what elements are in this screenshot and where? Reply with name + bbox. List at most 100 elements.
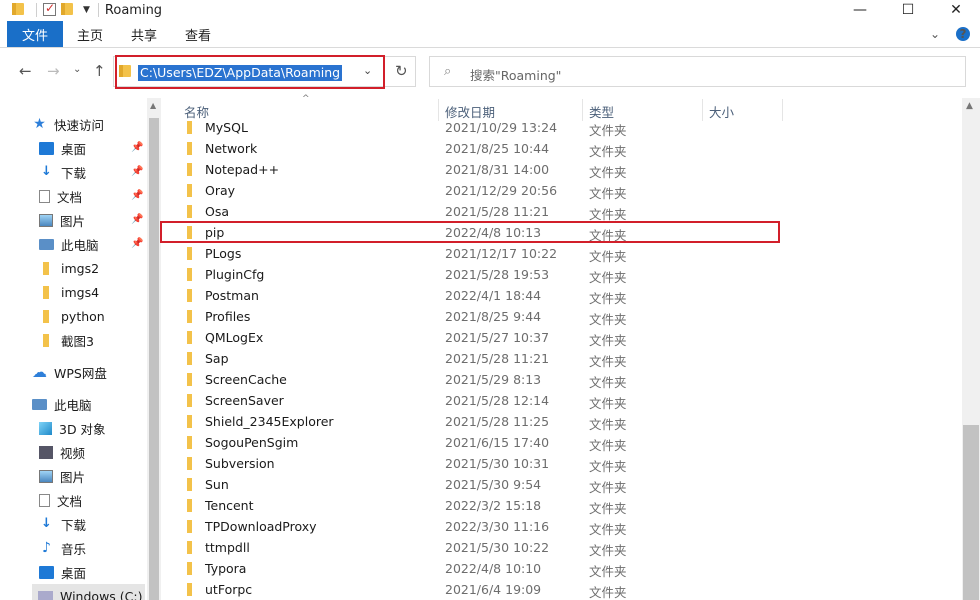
file-row[interactable]: Sun 2021/5/30 9:54 文件夹 — [162, 474, 952, 495]
file-type: 文件夹 — [589, 501, 627, 516]
file-row[interactable]: ttmpdll 2021/5/30 10:22 文件夹 — [162, 537, 952, 558]
sidebar-item-this-pc-pinned[interactable]: 此电脑 — [39, 232, 99, 256]
pin-icon[interactable]: 📌 — [131, 166, 143, 177]
up-arrow-icon[interactable]: ↑ — [93, 62, 106, 80]
maximize-button[interactable]: ☐ — [884, 0, 932, 20]
file-row[interactable]: QMLogEx 2021/5/27 10:37 文件夹 — [162, 327, 952, 348]
file-row[interactable]: utForpc 2021/6/4 19:09 文件夹 — [162, 579, 952, 600]
pin-icon[interactable]: 📌 — [131, 238, 143, 249]
sidebar-item-label: 此电脑 — [61, 237, 99, 253]
folder-icon — [187, 373, 192, 386]
sidebar-item-pc-documents[interactable]: 文档 — [39, 488, 82, 512]
close-button[interactable]: ✕ — [932, 0, 980, 20]
file-name: ttmpdll — [205, 540, 250, 555]
new-folder-icon[interactable] — [61, 3, 77, 17]
sidebar-item-label: 3D 对象 — [59, 421, 106, 437]
file-list-scrollbar-thumb[interactable] — [963, 425, 979, 600]
3d-objects-icon — [39, 421, 52, 435]
file-name: Oray — [205, 183, 236, 198]
pin-icon[interactable]: 📌 — [131, 142, 143, 153]
pin-icon[interactable]: 📌 — [131, 214, 143, 225]
sidebar-item-3d-objects[interactable]: 3D 对象 — [39, 416, 106, 440]
file-row[interactable]: Subversion 2021/5/30 10:31 文件夹 — [162, 453, 952, 474]
sidebar-item-desktop[interactable]: 桌面 — [39, 136, 86, 160]
file-row[interactable]: Oray 2021/12/29 20:56 文件夹 — [162, 180, 952, 201]
file-row[interactable]: SogouPenSgim 2021/6/15 17:40 文件夹 — [162, 432, 952, 453]
file-type: 文件夹 — [589, 522, 627, 537]
customize-quick-access-icon[interactable]: ▼ — [83, 5, 90, 15]
scroll-up-icon[interactable]: ▲ — [966, 101, 973, 111]
folder-icon — [187, 415, 192, 428]
sidebar-item-label: 视频 — [60, 445, 86, 461]
file-type: 文件夹 — [589, 186, 627, 201]
refresh-icon[interactable]: ↻ — [395, 62, 408, 80]
sidebar-item-quick-access[interactable]: ★ 快速访问 — [32, 112, 104, 136]
scroll-up-icon[interactable]: ▲ — [150, 101, 156, 110]
sidebar-item-downloads[interactable]: ↓ 下载 — [39, 160, 86, 184]
back-arrow-icon[interactable]: ← — [19, 62, 32, 80]
tab-home[interactable]: 主页 — [63, 21, 117, 47]
file-row[interactable]: PLogs 2021/12/17 10:22 文件夹 — [162, 243, 952, 264]
file-row[interactable]: Tencent 2022/3/2 15:18 文件夹 — [162, 495, 952, 516]
file-row[interactable]: Notepad++ 2021/8/31 14:00 文件夹 — [162, 159, 952, 180]
file-date: 2021/8/31 14:00 — [445, 162, 550, 177]
file-date: 2021/5/28 12:14 — [445, 393, 550, 408]
file-row[interactable]: Osa 2021/5/28 11:21 文件夹 — [162, 201, 952, 222]
folder-icon — [43, 309, 49, 323]
picture-icon — [39, 213, 53, 227]
file-row[interactable]: Profiles 2021/8/25 9:44 文件夹 — [162, 306, 952, 327]
file-row[interactable]: Shield_2345Explorer 2021/5/28 11:25 文件夹 — [162, 411, 952, 432]
sidebar-item-label: imgs2 — [61, 260, 100, 276]
search-box[interactable]: ⌕ 搜索"Roaming" — [429, 56, 966, 87]
sidebar-item-imgs2[interactable]: imgs2 — [39, 256, 99, 280]
sidebar-item-documents[interactable]: 文档 — [39, 184, 82, 208]
expand-ribbon-icon[interactable]: ⌄ — [930, 27, 940, 41]
file-name: ScreenCache — [205, 372, 287, 387]
sidebar-item-pc-downloads[interactable]: ↓ 下载 — [39, 512, 86, 536]
minimize-button[interactable]: — — [836, 0, 884, 20]
tab-view[interactable]: 查看 — [171, 21, 225, 47]
file-type: 文件夹 — [589, 333, 627, 348]
folder-icon — [43, 261, 49, 275]
sidebar-item-pictures[interactable]: 图片 — [39, 208, 85, 232]
folder-icon — [187, 205, 192, 218]
tab-file[interactable]: 文件 — [7, 21, 63, 47]
file-row[interactable]: PluginCfg 2021/5/28 19:53 文件夹 — [162, 264, 952, 285]
sidebar-item-drive-c[interactable]: Windows (C:) — [32, 584, 145, 600]
sort-ascending-icon: ^ — [302, 94, 310, 104]
sidebar-item-label: Windows (C:) — [60, 588, 143, 600]
forward-arrow-icon[interactable]: → — [47, 62, 60, 80]
file-name: Profiles — [205, 309, 251, 324]
file-row[interactable]: TPDownloadProxy 2022/3/30 11:16 文件夹 — [162, 516, 952, 537]
recent-locations-icon[interactable]: ⌄ — [73, 64, 81, 75]
folder-icon — [43, 285, 49, 299]
file-row[interactable]: Typora 2022/4/8 10:10 文件夹 — [162, 558, 952, 579]
pin-icon[interactable]: 📌 — [131, 190, 143, 201]
help-icon[interactable]: ? — [956, 27, 970, 41]
file-name: Sun — [205, 477, 229, 492]
sidebar-scrollbar-thumb[interactable] — [149, 118, 159, 600]
sidebar-item-screenshot3[interactable]: 截图3 — [39, 328, 94, 352]
search-input[interactable]: 搜索"Roaming" — [470, 65, 561, 84]
sidebar-item-label: WPS网盘 — [54, 365, 107, 381]
sidebar-item-pc-pictures[interactable]: 图片 — [39, 464, 85, 488]
sidebar-item-this-pc[interactable]: 此电脑 — [32, 392, 92, 416]
file-type: 文件夹 — [589, 396, 627, 411]
file-row[interactable]: Network 2021/8/25 10:44 文件夹 — [162, 138, 952, 159]
file-row[interactable]: MySQL 2021/10/29 13:24 文件夹 — [162, 117, 952, 138]
file-row[interactable]: ScreenCache 2021/5/29 8:13 文件夹 — [162, 369, 952, 390]
tab-share[interactable]: 共享 — [117, 21, 171, 47]
sidebar-item-imgs4[interactable]: imgs4 — [39, 280, 99, 304]
sidebar-item-python[interactable]: python — [39, 304, 105, 328]
file-row[interactable]: Sap 2021/5/28 11:21 文件夹 — [162, 348, 952, 369]
file-name: utForpc — [205, 582, 253, 597]
file-date: 2021/5/30 10:31 — [445, 456, 550, 471]
sidebar-item-pc-desktop[interactable]: 桌面 — [39, 560, 86, 584]
file-row[interactable]: ScreenSaver 2021/5/28 12:14 文件夹 — [162, 390, 952, 411]
sidebar-item-videos[interactable]: 视频 — [39, 440, 85, 464]
file-row[interactable]: Postman 2022/4/1 18:44 文件夹 — [162, 285, 952, 306]
properties-icon[interactable] — [43, 1, 57, 17]
sidebar-item-wps[interactable]: ☁ WPS网盘 — [32, 360, 107, 384]
sidebar-item-music[interactable]: ♪ 音乐 — [39, 536, 86, 560]
file-type: 文件夹 — [589, 144, 627, 159]
